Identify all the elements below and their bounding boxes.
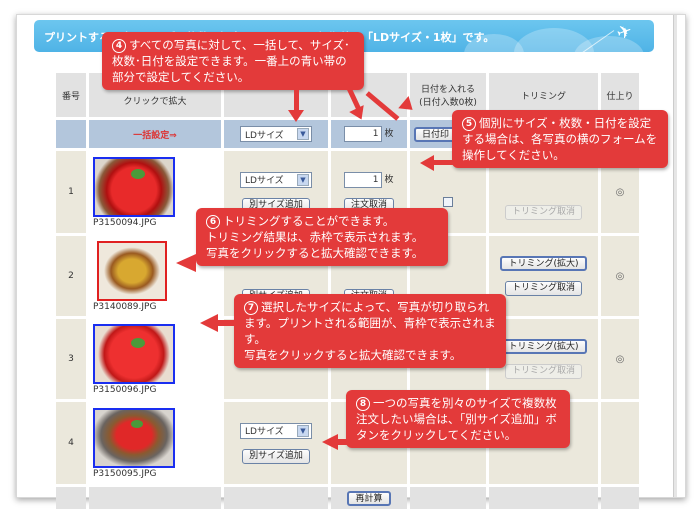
qty-unit: 枚 <box>384 174 394 185</box>
trim-cancel-button[interactable]: トリミング取消 <box>504 364 582 379</box>
callout-text: 選択したサイズによって、写真が切り取られます。プリントされる範囲が、青枠で表示さ… <box>244 300 496 346</box>
chevron-down-icon: ▼ <box>297 128 309 140</box>
bulk-size-value: LDサイズ <box>245 130 284 141</box>
callout-individual-settings: 5 個別にサイズ・枚数・日付を設定する場合は、各写真の横のフォームを操作してくださ… <box>452 110 668 168</box>
file-name: P3150095.JPG <box>93 468 157 479</box>
trim-cancel-button[interactable]: トリミング取消 <box>504 204 582 220</box>
callout-number: 8 <box>356 397 370 411</box>
row-number: 4 <box>56 402 86 484</box>
callout-arrow <box>336 439 350 445</box>
header-date-label: 日付を入れる <box>420 85 475 95</box>
callout-arrow <box>216 320 236 326</box>
header-date-sub: (日付入数0枚) <box>419 98 477 108</box>
size-cell: LDサイズ ▼ 別サイズ追加 <box>224 402 328 484</box>
add-size-button[interactable]: 別サイズ追加 <box>242 448 310 464</box>
footer-empty <box>89 487 221 509</box>
callout-number: 6 <box>206 215 220 229</box>
finish-mark: ◎ <box>615 186 625 198</box>
bulk-size-select[interactable]: LDサイズ ▼ <box>240 126 312 142</box>
table-footer: 再計算 <box>56 487 639 509</box>
callout-number: 7 <box>244 301 258 315</box>
callout-text: トリミング結果は、赤枠で表示されます。 <box>206 230 424 244</box>
bulk-empty <box>56 120 86 148</box>
photo-thumbnail[interactable] <box>93 407 175 468</box>
trim-cancel-button[interactable]: トリミング取消 <box>504 281 582 296</box>
header-number: 番号 <box>56 73 86 117</box>
row-number: 3 <box>56 319 86 399</box>
callout-trimming: 6 トリミングすることができます。 トリミング結果は、赤枠で表示されます。 写真を… <box>196 208 448 266</box>
footer-empty <box>56 487 86 509</box>
footer-empty <box>489 487 598 509</box>
callout-arrow-head <box>176 254 196 272</box>
scrollbar[interactable] <box>673 15 677 497</box>
date-checkbox[interactable] <box>443 196 453 207</box>
callout-text: 写真をクリックすると拡大確認できます。 <box>206 246 424 260</box>
photo-cell: P3150095.JPG <box>89 402 221 484</box>
qty-input[interactable]: 1 <box>344 171 383 188</box>
callout-crop-area: 7 選択したサイズによって、写真が切り取られます。プリントされる範囲が、青枠で表示… <box>234 294 506 368</box>
bulk-size-cell: LDサイズ ▼ <box>224 120 328 148</box>
callout-arrow <box>294 90 299 112</box>
photo-thumbnail[interactable] <box>97 240 167 301</box>
callout-text: 写真をクリックすると拡大確認できます。 <box>244 348 462 362</box>
finish-cell: ◎ <box>601 319 639 399</box>
size-value: LDサイズ <box>245 176 284 186</box>
callout-text: トリミングすることができます。 <box>223 214 395 228</box>
file-name: P3150096.JPG <box>93 384 157 395</box>
callout-bulk-settings: 4 すべての写真に対して、一括して、サイズ･枚数･日付を設定できます。一番上の青い… <box>102 32 364 90</box>
finish-mark: ◎ <box>615 270 625 282</box>
size-value: LDサイズ <box>245 427 284 437</box>
callout-arrow-head <box>288 110 304 122</box>
callout-text: 個別にサイズ・枚数・日付を設定する場合は、各写真の横のフォームを操作してください… <box>462 116 658 162</box>
photo-thumbnail[interactable] <box>93 156 175 217</box>
trim-zoom-button[interactable]: トリミング(拡大) <box>500 256 587 271</box>
bulk-qty-cell: 1枚 <box>331 120 407 148</box>
bulk-label: 一括設定⇒ <box>133 130 177 141</box>
size-select[interactable]: LDサイズ ▼ <box>240 422 312 439</box>
bulk-label-cell: 一括設定⇒ <box>89 120 221 148</box>
bulk-qty-input[interactable]: 1 <box>344 126 383 142</box>
chevron-down-icon: ▼ <box>297 424 309 437</box>
header-photo-sub: クリックで拡大 <box>123 96 187 107</box>
row-number: 2 <box>56 236 86 316</box>
callout-arrow <box>432 160 454 165</box>
footer-empty <box>410 487 486 509</box>
size-select[interactable]: LDサイズ ▼ <box>240 171 312 188</box>
callout-text: 一つの写真を別々のサイズで複数枚注文したい場合は、「別サイズ追加」ボタンをクリッ… <box>356 396 557 442</box>
photo-thumbnail[interactable] <box>93 323 175 384</box>
file-name: P3140089.JPG <box>93 301 157 312</box>
chevron-down-icon: ▼ <box>297 173 309 186</box>
bulk-qty-unit: 枚 <box>384 129 394 139</box>
finish-cell <box>601 402 639 484</box>
callout-add-size: 8 一つの写真を別々のサイズで複数枚注文したい場合は、「別サイズ追加」ボタンをクリ… <box>346 390 570 448</box>
footer-empty <box>224 487 328 509</box>
footer-empty <box>601 487 639 509</box>
recalc-cell: 再計算 <box>331 487 407 509</box>
bulk-date-button[interactable]: 日付印 <box>414 126 458 142</box>
callout-text: すべての写真に対して、一括して、サイズ･枚数･日付を設定できます。一番上の青い帯… <box>112 38 350 84</box>
finish-mark: ◎ <box>615 353 625 365</box>
finish-cell: ◎ <box>601 236 639 316</box>
row-number: 1 <box>56 151 86 233</box>
callout-number: 5 <box>462 117 476 131</box>
callout-number: 4 <box>112 39 126 53</box>
recalculate-button[interactable]: 再計算 <box>347 490 391 506</box>
trim-zoom-button[interactable]: トリミング(拡大) <box>500 339 587 354</box>
